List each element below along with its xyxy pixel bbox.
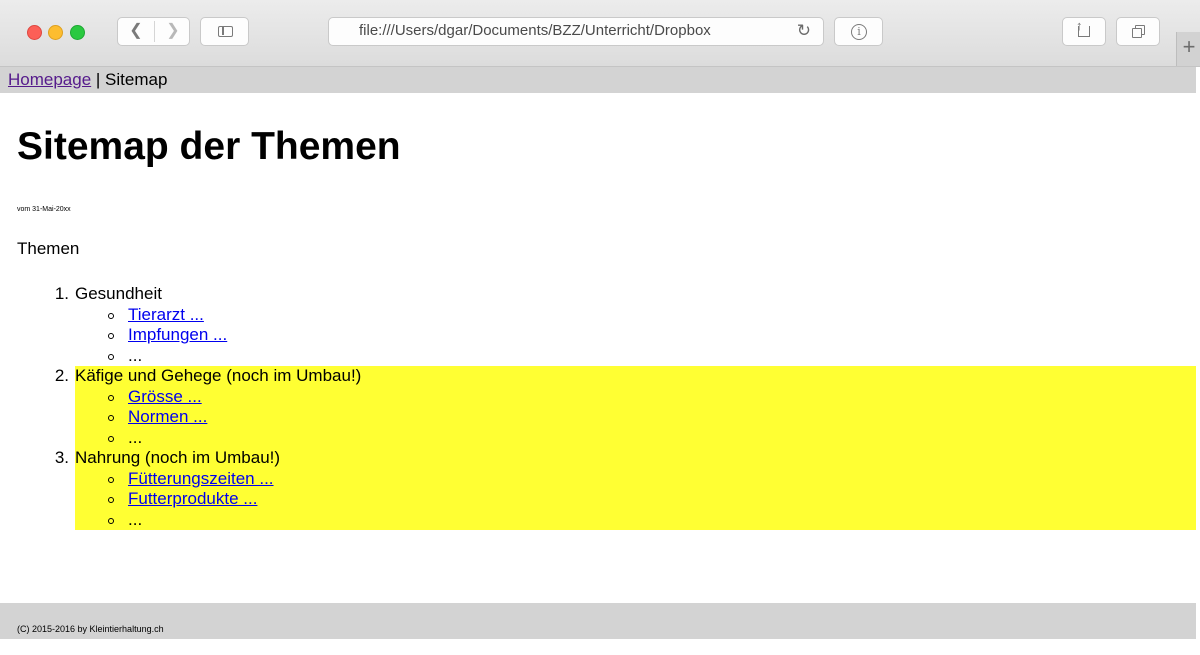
subtopic-link-impfungen[interactable]: Impfungen ... xyxy=(128,325,227,344)
subtopic-ellipsis: ... xyxy=(128,509,143,529)
circle-bullet-icon xyxy=(108,435,114,442)
address-url: file:///Users/dgar/Documents/BZZ/Unterri… xyxy=(359,22,711,39)
circle-bullet-icon xyxy=(108,497,114,503)
homepage-link[interactable]: Homepage xyxy=(8,70,91,89)
subtopic-link-futterprodukte[interactable]: Futterprodukte ... xyxy=(128,489,257,508)
circle-bullet-icon xyxy=(108,394,114,401)
topic-item-kaefige: 2. Käfige und Gehege (noch im Umbau!) Gr… xyxy=(55,366,1196,449)
circle-bullet-icon xyxy=(108,415,114,421)
page-date: vom 31-Mai-20xx xyxy=(17,206,71,213)
section-label: Themen xyxy=(17,239,80,258)
subtopic-link-groesse[interactable]: Grösse ... xyxy=(128,387,202,406)
zoom-window-button[interactable] xyxy=(70,25,85,40)
topic-list: 1. Gesundheit Tierarzt ... Impfungen ...… xyxy=(0,284,1196,530)
sidebar-icon xyxy=(218,26,233,37)
circle-bullet-icon xyxy=(108,476,114,483)
top-navigation: Homepage | Sitemap xyxy=(0,67,1196,93)
circle-bullet-icon xyxy=(108,517,114,524)
circle-bullet-icon xyxy=(108,353,114,360)
list-item: Futterprodukte ... xyxy=(108,489,1196,510)
list-item: Tierarzt ... xyxy=(108,305,1196,326)
subtopic-link-fuetterungszeiten[interactable]: Fütterungszeiten ... xyxy=(128,469,274,488)
subtopic-list: Fütterungszeiten ... Futterprodukte ... … xyxy=(75,469,1196,531)
chevron-left-icon: ❮ xyxy=(129,22,143,39)
nav-separator: | xyxy=(91,70,106,89)
subtopic-ellipsis: ... xyxy=(128,345,143,365)
subtopic-link-normen[interactable]: Normen ... xyxy=(128,407,207,426)
topic-title: Gesundheit xyxy=(75,284,162,303)
page-footer: (C) 2015-2016 by Kleintierhaltung.ch xyxy=(0,603,1196,639)
share-button[interactable]: ↑ xyxy=(1062,17,1106,46)
sidebar-toggle-button[interactable] xyxy=(200,17,249,46)
circle-bullet-icon xyxy=(108,312,114,319)
tabs-overview-icon-front xyxy=(1132,28,1142,38)
subtopic-list: Grösse ... Normen ... ... xyxy=(75,387,1196,449)
subtopic-list: Tierarzt ... Impfungen ... ... xyxy=(75,305,1196,367)
share-arrow-icon: ↑ xyxy=(1076,18,1083,33)
subtopic-ellipsis: ... xyxy=(128,427,143,447)
back-button[interactable]: ❮ xyxy=(118,18,154,45)
web-page: Homepage | Sitemap Sitemap der Themen vo… xyxy=(0,67,1200,639)
forward-button[interactable]: ❯ xyxy=(155,18,191,45)
info-icon: i xyxy=(851,24,867,40)
address-fade xyxy=(743,18,783,45)
list-item: ... xyxy=(108,509,1196,531)
topic-item-gesundheit: 1. Gesundheit Tierarzt ... Impfungen ...… xyxy=(55,284,1196,367)
topic-number: 1. xyxy=(54,284,69,303)
list-item: ... xyxy=(108,427,1196,449)
page-info-button[interactable]: i xyxy=(834,17,883,46)
close-window-button[interactable] xyxy=(27,25,42,40)
list-item: ... xyxy=(108,345,1196,367)
topic-number: 3. xyxy=(54,448,69,467)
browser-toolbar: ❮ ❯ file:///Users/dgar/Documents/BZZ/Unt… xyxy=(0,0,1200,67)
address-bar[interactable]: file:///Users/dgar/Documents/BZZ/Unterri… xyxy=(328,17,824,46)
tab-overview-button[interactable] xyxy=(1116,17,1160,46)
reload-icon[interactable]: ↻ xyxy=(797,18,811,44)
topic-number: 2. xyxy=(54,366,69,385)
nav-current-page: Sitemap xyxy=(105,70,168,89)
chevron-right-icon: ❯ xyxy=(166,22,180,39)
page-title: Sitemap der Themen xyxy=(17,125,401,168)
minimize-window-button[interactable] xyxy=(48,25,63,40)
list-item: Impfungen ... xyxy=(108,325,1196,346)
new-tab-button[interactable]: + xyxy=(1176,32,1200,66)
topic-title: Käfige und Gehege (noch im Umbau!) xyxy=(75,366,362,385)
list-item: Grösse ... xyxy=(108,387,1196,408)
circle-bullet-icon xyxy=(108,333,114,339)
topic-item-nahrung: 3. Nahrung (noch im Umbau!) Fütterungsze… xyxy=(55,448,1196,531)
list-item: Fütterungszeiten ... xyxy=(108,469,1196,490)
subtopic-link-tierarzt[interactable]: Tierarzt ... xyxy=(128,305,204,324)
history-nav-group: ❮ ❯ xyxy=(117,17,190,46)
list-item: Normen ... xyxy=(108,407,1196,428)
topic-title: Nahrung (noch im Umbau!) xyxy=(75,448,281,467)
